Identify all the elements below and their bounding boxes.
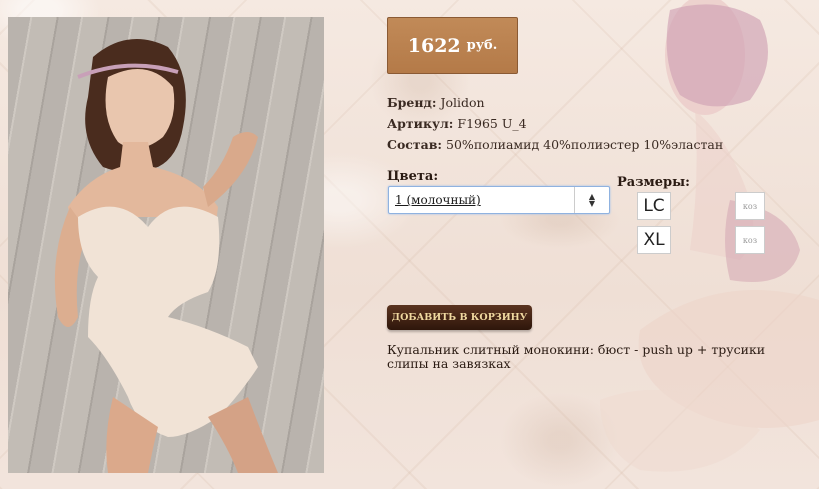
product-description: Купальник слитный монокини: бюст - push … bbox=[387, 342, 766, 371]
price-currency: руб. bbox=[466, 38, 498, 53]
product-photo[interactable] bbox=[8, 17, 324, 473]
price-box: 1622 руб. bbox=[387, 17, 518, 74]
spec-brand: Бренд: Jolidon bbox=[387, 95, 485, 110]
size-option-xl[interactable]: XL bbox=[637, 226, 671, 254]
brand-value: Jolidon bbox=[440, 95, 485, 110]
color-select[interactable]: 1 (молочный) ▲ ▼ bbox=[388, 186, 610, 214]
colors-label: Цвета: bbox=[387, 169, 439, 184]
composition-label: Состав: bbox=[387, 137, 443, 152]
composition-value: 50%полиамид 40%полиэстер 10%эластан bbox=[446, 137, 724, 152]
size-thumb-xl[interactable]: коз bbox=[735, 226, 765, 254]
add-to-cart-button[interactable]: ДОБАВИТЬ В КОРЗИНУ bbox=[387, 305, 532, 330]
size-thumb-lc[interactable]: коз bbox=[735, 192, 765, 220]
color-select-value: 1 (молочный) bbox=[395, 193, 481, 207]
price-amount: 1622 bbox=[407, 34, 461, 57]
sizes-label: Размеры: bbox=[617, 175, 690, 190]
brand-label: Бренд: bbox=[387, 95, 437, 110]
spec-article: Артикул: F1965 U_4 bbox=[387, 116, 527, 131]
spec-composition: Состав: 50%полиамид 40%полиэстер 10%элас… bbox=[387, 137, 723, 152]
size-option-lc[interactable]: LC bbox=[637, 192, 671, 220]
article-value: F1965 U_4 bbox=[457, 116, 527, 131]
chevron-updown-icon: ▲ ▼ bbox=[574, 187, 609, 213]
article-label: Артикул: bbox=[387, 116, 454, 131]
model-illustration bbox=[54, 39, 278, 473]
decorative-figure bbox=[600, 0, 819, 472]
